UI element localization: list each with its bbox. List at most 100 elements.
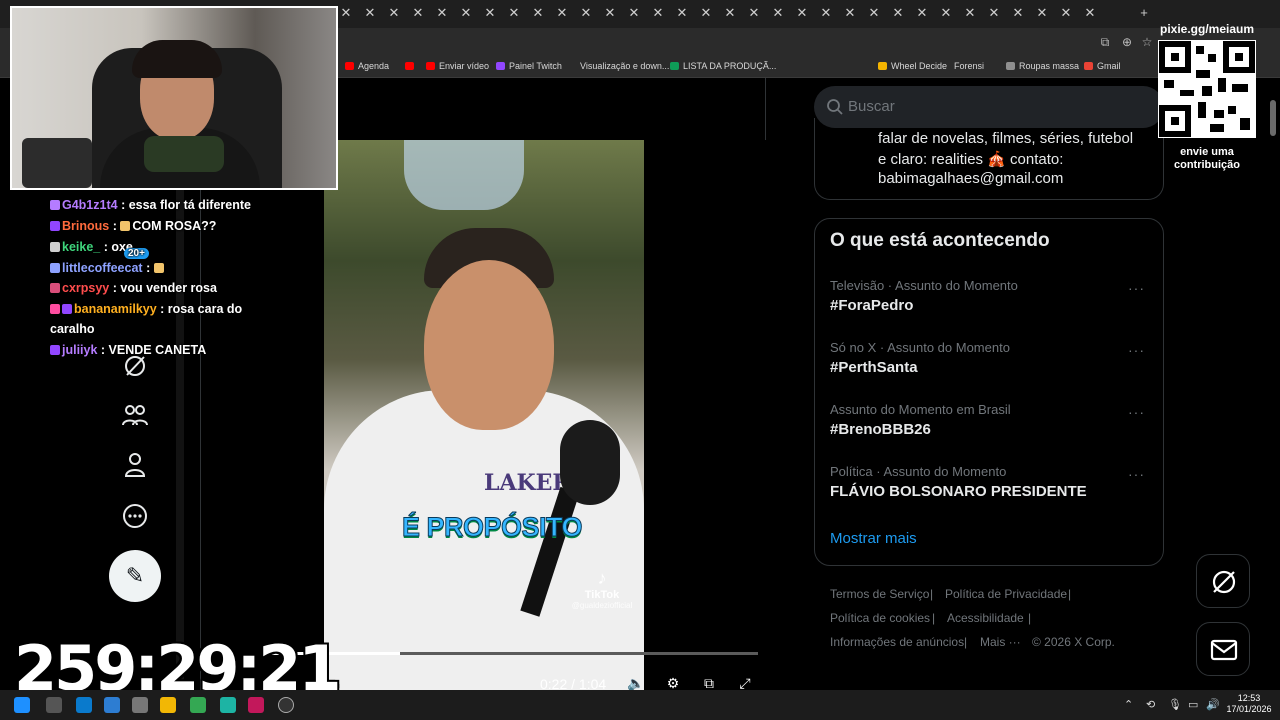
tab-close-icon[interactable]: ✕ — [796, 6, 808, 19]
tab-close-icon[interactable]: ✕ — [844, 6, 856, 19]
tab-close-icon[interactable]: ✕ — [484, 6, 496, 19]
tab-close-icon[interactable]: ✕ — [412, 6, 424, 19]
tab-close-icon[interactable]: ✕ — [1036, 6, 1048, 19]
bookmark-item[interactable]: LISTA DA PRODUÇÃ... — [670, 61, 776, 71]
bookmark-item[interactable]: Gmail — [1084, 61, 1121, 71]
new-tab-icon[interactable]: + — [1138, 6, 1150, 19]
tab-close-icon[interactable]: ✕ — [940, 6, 952, 19]
tab-close-icon[interactable]: ✕ — [724, 6, 736, 19]
screenshot-icon[interactable]: ⧉ — [1098, 35, 1112, 49]
trend-more-icon[interactable]: ··· — [1128, 280, 1148, 296]
sub-badge-icon — [50, 263, 60, 273]
trend-name[interactable]: #BrenoBBB26 — [830, 421, 931, 438]
tab-close-icon[interactable]: ✕ — [508, 6, 520, 19]
tab-close-icon[interactable]: ✕ — [748, 6, 760, 19]
chat-message: bananamilkyy : rosa cara do — [50, 302, 242, 316]
tab-close-icon[interactable]: ✕ — [892, 6, 904, 19]
footer-link-ads[interactable]: Informações de anúncios — [830, 635, 964, 649]
trend-name[interactable]: #PerthSanta — [830, 359, 918, 376]
bookmark-item[interactable] — [405, 61, 418, 71]
notification-badge: 20+ — [124, 248, 149, 259]
tab-close-icon[interactable]: ✕ — [700, 6, 712, 19]
post-button[interactable]: ✎ — [109, 550, 161, 602]
trend-more-icon[interactable]: ··· — [1128, 466, 1148, 482]
taskbar-app-icon[interactable] — [104, 697, 120, 713]
tab-close-icon[interactable]: ✕ — [964, 6, 976, 19]
tab-close-icon[interactable]: ✕ — [916, 6, 928, 19]
tab-close-icon[interactable]: ✕ — [868, 6, 880, 19]
chrome-icon[interactable] — [190, 697, 206, 713]
bookmark-item[interactable]: Agenda — [345, 61, 389, 71]
footer-link-accessibility[interactable]: Acessibilidade — [947, 611, 1024, 625]
footer-link-privacy[interactable]: Política de Privacidade — [945, 587, 1067, 601]
trend-more-icon[interactable]: ··· — [1128, 404, 1148, 420]
footer-link-more[interactable]: Mais ··· — [980, 635, 1021, 649]
video-player[interactable]: LAKERS É PROPÓSITO ♪ TikTok @gualdezioff… — [324, 140, 644, 690]
taskbar-clock[interactable]: 12:53 17/01/2026 — [1222, 693, 1276, 715]
settings-gear-icon[interactable]: ⚙ — [664, 675, 682, 691]
zoom-icon[interactable]: ⊕ — [1120, 35, 1134, 49]
obs-icon[interactable] — [278, 697, 294, 713]
trend-more-icon[interactable]: ··· — [1128, 342, 1148, 358]
tray-chevron-icon[interactable]: ⌃ — [1124, 698, 1133, 711]
tab-close-icon[interactable]: ✕ — [556, 6, 568, 19]
bio-line: falar de novelas, filmes, séries, futebo… — [878, 130, 1134, 147]
microphone-icon[interactable]: 🎙 — [1168, 698, 1182, 711]
messages-fab[interactable] — [1196, 622, 1250, 676]
page-scrollbar[interactable] — [1270, 100, 1276, 136]
video-letterbox — [644, 140, 766, 690]
tab-close-icon[interactable]: ✕ — [1012, 6, 1024, 19]
taskbar-app-icon[interactable] — [132, 697, 148, 713]
bookmark-item[interactable]: Roupas massa — [1006, 61, 1079, 71]
communities-icon[interactable] — [119, 399, 151, 431]
footer-divider: | — [1068, 587, 1072, 601]
tab-close-icon[interactable]: ✕ — [676, 6, 688, 19]
sub-badge-icon — [62, 304, 72, 314]
bookmark-item[interactable]: Painel Twitch — [496, 61, 562, 71]
tab-close-icon[interactable]: ✕ — [1060, 6, 1072, 19]
profile-icon[interactable] — [119, 449, 151, 481]
grok-fab[interactable] — [1196, 554, 1250, 608]
chat-message: littlecoffeecat : — [50, 261, 166, 275]
start-icon[interactable] — [14, 697, 30, 713]
tiktok-icon: ♪ — [597, 568, 607, 588]
taskbar-app-icon[interactable] — [248, 697, 264, 713]
tab-close-icon[interactable]: ✕ — [628, 6, 640, 19]
sheets-icon — [670, 62, 679, 70]
bookmark-item[interactable]: Visualização e down... — [580, 61, 669, 71]
tab-close-icon[interactable]: ✕ — [460, 6, 472, 19]
tab-close-icon[interactable]: ✕ — [1084, 6, 1096, 19]
tab-close-icon[interactable]: ✕ — [988, 6, 1000, 19]
footer-link-terms[interactable]: Termos de Serviço — [830, 587, 929, 601]
bio-line[interactable]: babimagalhaes@gmail.com — [878, 170, 1063, 187]
tab-close-icon[interactable]: ✕ — [388, 6, 400, 19]
tab-close-icon[interactable]: ✕ — [436, 6, 448, 19]
bookmark-item[interactable]: Wheel Decide — [878, 61, 947, 71]
tab-close-icon[interactable]: ✕ — [604, 6, 616, 19]
more-icon[interactable] — [119, 500, 151, 532]
bookmark-item[interactable]: Forensi — [954, 61, 984, 71]
trend-name[interactable]: FLÁVIO BOLSONARO PRESIDENTE — [830, 483, 1087, 500]
speaker-icon[interactable]: 🔊 — [1206, 698, 1220, 711]
taskbar-app-icon[interactable] — [76, 697, 92, 713]
taskbar-app-icon[interactable] — [46, 697, 62, 713]
show-more-link[interactable]: Mostrar mais — [830, 530, 917, 547]
trend-name[interactable]: #ForaPedro — [830, 297, 913, 314]
tab-close-icon[interactable]: ✕ — [652, 6, 664, 19]
tray-app-icon[interactable]: ⟲ — [1146, 698, 1155, 711]
fullscreen-icon[interactable]: ⤢ — [736, 675, 754, 691]
volume-icon[interactable]: 🔈 — [627, 675, 645, 691]
bookmark-item[interactable]: Enviar vídeo — [426, 61, 489, 71]
taskbar-app-icon[interactable] — [220, 697, 236, 713]
tab-close-icon[interactable]: ✕ — [532, 6, 544, 19]
tab-close-icon[interactable]: ✕ — [580, 6, 592, 19]
tab-close-icon[interactable]: ✕ — [820, 6, 832, 19]
picture-in-picture-icon[interactable]: ⧉ — [700, 675, 718, 691]
tab-close-icon[interactable]: ✕ — [340, 6, 352, 19]
tab-close-icon[interactable]: ✕ — [364, 6, 376, 19]
bookmark-star-icon[interactable]: ☆ — [1140, 35, 1154, 49]
footer-link-cookies[interactable]: Política de cookies — [830, 611, 930, 625]
network-icon[interactable]: ▭ — [1188, 698, 1198, 711]
tab-close-icon[interactable]: ✕ — [772, 6, 784, 19]
folder-icon[interactable] — [160, 697, 176, 713]
